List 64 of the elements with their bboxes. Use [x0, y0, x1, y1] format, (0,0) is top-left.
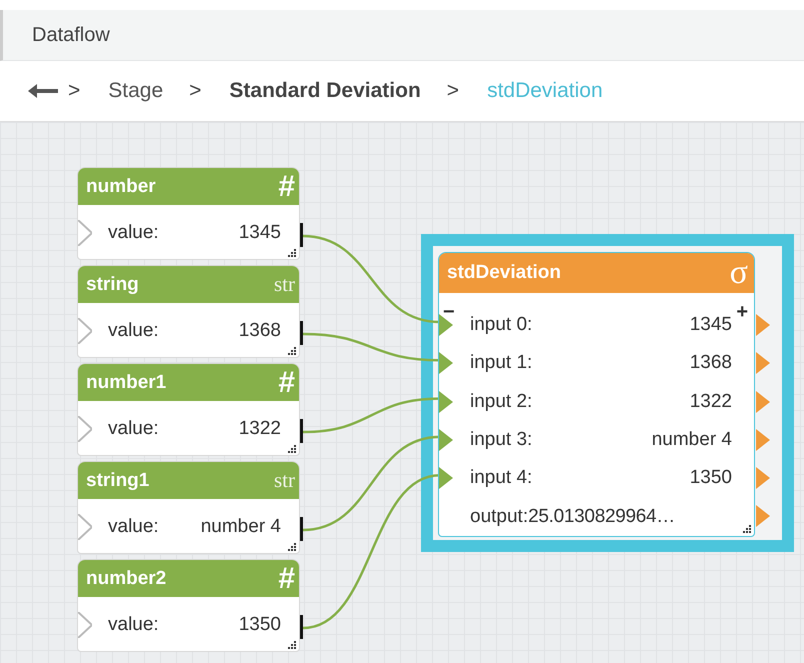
field-label: value:: [108, 418, 159, 440]
input-value: 1350: [690, 467, 732, 490]
output-label: output:: [470, 506, 528, 528]
input-port-icon[interactable]: [439, 352, 453, 374]
input-port-icon[interactable]: [78, 612, 92, 638]
input-port-icon[interactable]: [439, 428, 453, 451]
panel-title: Dataflow: [32, 24, 110, 46]
input-value: 1322: [690, 390, 732, 413]
breadcrumb-item[interactable]: Standard Deviation: [229, 79, 421, 103]
field-label: value:: [108, 222, 159, 244]
input-port-icon[interactable]: [78, 514, 92, 540]
node-title: number1: [86, 372, 166, 394]
input-port-icon[interactable]: [439, 467, 453, 490]
node-type-icon: str: [274, 468, 295, 493]
breadcrumb-separator: >: [446, 79, 460, 103]
field-label: value:: [108, 614, 159, 636]
resize-grip-icon[interactable]: [287, 444, 296, 453]
node-title: stdDeviation: [447, 262, 562, 284]
input-label: input 1:: [470, 352, 532, 374]
input-port-icon[interactable]: [439, 390, 453, 413]
node-card[interactable]: string str value: 1368: [77, 265, 300, 358]
input-value: number 4: [652, 429, 732, 452]
field-value: 1322: [238, 418, 281, 440]
resize-grip-icon[interactable]: [287, 640, 296, 649]
field-label: value:: [108, 516, 159, 538]
back-arrow-icon[interactable]: [28, 84, 58, 98]
field-value: 1368: [238, 320, 281, 342]
node-card[interactable]: number1 # value: 1322: [77, 363, 300, 456]
node-title: number2: [86, 568, 166, 590]
node-type-icon: str: [274, 272, 295, 297]
node-type-icon: σ: [730, 256, 748, 290]
input-label: input 0:: [470, 314, 532, 336]
resize-grip-icon[interactable]: [287, 542, 296, 551]
field-value: number 4: [200, 516, 281, 538]
resize-grip-icon[interactable]: [287, 248, 296, 257]
node-type-icon: #: [278, 366, 295, 400]
input-label: input 2:: [470, 390, 532, 413]
input-label: input 3:: [470, 429, 532, 452]
field-value: 1350: [238, 614, 281, 636]
output-value: 25.0130829964…: [528, 506, 675, 528]
node-title: string1: [86, 470, 150, 492]
breadcrumb-separator: >: [68, 79, 80, 103]
field-label: value:: [108, 320, 159, 342]
remove-input-button[interactable]: −: [443, 306, 455, 318]
breadcrumb-separator: >: [189, 79, 202, 103]
node-type-icon: #: [278, 170, 295, 204]
input-value: 1345: [690, 314, 732, 336]
input-port-icon[interactable]: [78, 220, 92, 246]
input-port-icon[interactable]: [78, 318, 92, 344]
node-type-icon: #: [278, 562, 295, 596]
resize-grip-icon[interactable]: [742, 524, 751, 533]
node-card[interactable]: number2 # value: 1350: [77, 559, 300, 652]
input-value: 1368: [690, 352, 732, 374]
breadcrumb-item[interactable]: Stage: [108, 79, 164, 103]
input-port-icon[interactable]: [439, 314, 453, 336]
input-label: input 4:: [470, 467, 532, 490]
node-card[interactable]: string1 str value: number 4: [77, 461, 300, 554]
node-title: string: [86, 274, 139, 296]
node-title: number: [86, 176, 156, 198]
field-value: 1345: [238, 222, 281, 244]
add-input-button[interactable]: +: [736, 306, 748, 318]
node-card[interactable]: number # value: 1345: [77, 167, 300, 260]
resize-grip-icon[interactable]: [287, 346, 296, 355]
input-port-icon[interactable]: [78, 416, 92, 442]
